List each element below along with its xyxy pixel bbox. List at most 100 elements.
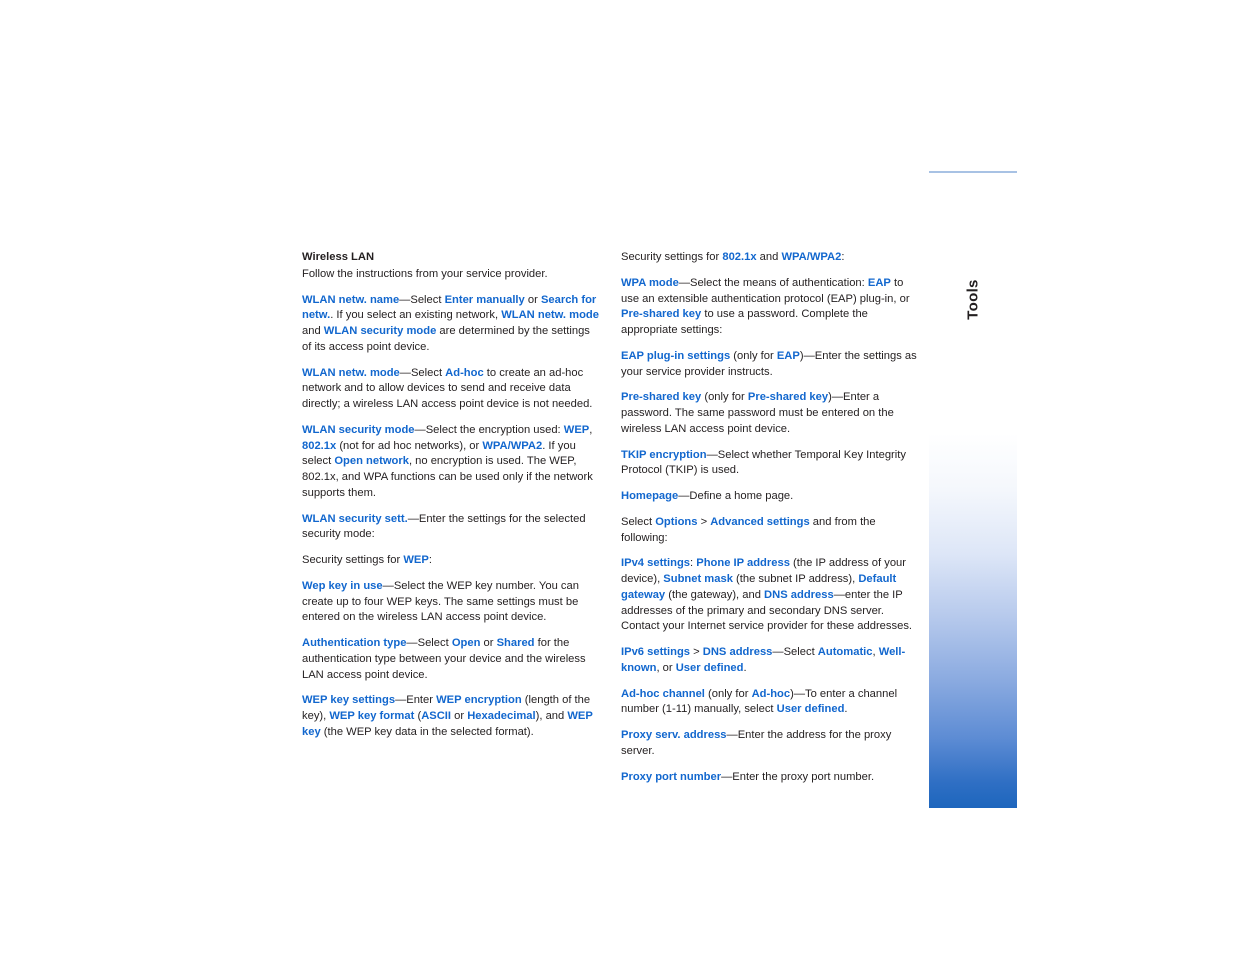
body-text: : bbox=[428, 554, 432, 566]
paragraph-proxy-serv-address: Proxy serv. address—Enter the address fo… bbox=[621, 728, 923, 760]
ui-term: Open bbox=[451, 637, 481, 649]
body-text: > bbox=[697, 515, 711, 528]
body-text: > bbox=[690, 646, 703, 658]
ui-term: Ad-hoc bbox=[751, 687, 791, 700]
ui-term: Shared bbox=[496, 637, 535, 649]
ui-term: Pre-shared key bbox=[747, 391, 829, 404]
ui-term: Ad-hoc bbox=[445, 366, 484, 379]
paragraph-authentication-type: Authentication type—Select Open or Share… bbox=[302, 636, 602, 683]
ui-term: WLAN netw. mode bbox=[501, 309, 599, 322]
body-text: —Select the encryption used: bbox=[414, 423, 564, 436]
body-text: : bbox=[841, 251, 845, 263]
body-text: —Enter the proxy port number. bbox=[721, 770, 875, 783]
ui-term: Open network bbox=[334, 455, 409, 468]
right-column-body: Security settings for 802.1x and WPA/WPA… bbox=[621, 250, 923, 785]
ui-term: 802.1x bbox=[302, 439, 337, 452]
body-text: or bbox=[480, 637, 497, 649]
ui-term: Advanced settings bbox=[710, 515, 810, 528]
ui-term: Ad-hoc channel bbox=[621, 687, 705, 700]
paragraph-wpa-mode: WPA mode—Select the means of authenticat… bbox=[621, 276, 923, 339]
paragraph-eap-plug-in-settings: EAP plug-in settings (only for EAP)—Ente… bbox=[621, 349, 923, 381]
body-text: and bbox=[302, 325, 324, 337]
body-text: Select bbox=[621, 515, 656, 528]
ui-term: Enter manually bbox=[444, 293, 525, 306]
body-text: . If you select an existing network, bbox=[330, 309, 502, 322]
ui-term: Pre-shared key bbox=[621, 391, 702, 404]
ui-term: 802.1x bbox=[722, 251, 757, 263]
paragraph-wep-key-settings: WEP key settings—Enter WEP encryption (l… bbox=[302, 693, 602, 740]
ui-term: Hexadecimal bbox=[467, 710, 536, 722]
body-text: —Select bbox=[399, 366, 446, 379]
paragraph-security-settings-wep: Security settings for WEP: bbox=[302, 553, 602, 569]
ui-term: IPv6 settings bbox=[621, 646, 691, 658]
ui-term: Pre-shared key bbox=[621, 308, 702, 321]
ui-term: WPA/WPA2 bbox=[482, 439, 543, 452]
ui-term: WLAN security mode bbox=[302, 423, 415, 436]
paragraph-wep-key-in-use: Wep key in use—Select the WEP key number… bbox=[302, 579, 602, 626]
body-text: (the WEP key data in the selected format… bbox=[320, 725, 534, 738]
body-text: (only for bbox=[701, 391, 748, 404]
paragraph-wlan-netw-mode: WLAN netw. mode—Select Ad-hoc to create … bbox=[302, 366, 602, 413]
body-text: Security settings for bbox=[621, 251, 723, 263]
paragraph-tkip-encryption: TKIP encryption—Select whether Temporal … bbox=[621, 448, 923, 480]
ui-term: TKIP encryption bbox=[621, 448, 707, 461]
chapter-tab-label: Tools bbox=[964, 279, 982, 320]
page-number: 95 bbox=[948, 877, 971, 898]
ui-term: Options bbox=[655, 515, 698, 528]
body-text: , bbox=[589, 423, 593, 436]
paragraph-wlan-netw-name: WLAN netw. name—Select Enter manually or… bbox=[302, 293, 602, 356]
ui-term: WEP bbox=[403, 554, 429, 566]
body-text: (the subnet IP address), bbox=[732, 573, 859, 585]
ui-term: WLAN security mode bbox=[323, 325, 437, 337]
ui-term: WEP encryption bbox=[436, 694, 522, 707]
ui-term: ASCII bbox=[421, 710, 452, 722]
ui-term: Subnet mask bbox=[663, 573, 733, 585]
ui-term: DNS address bbox=[702, 646, 773, 658]
ui-term: IPv4 settings bbox=[621, 557, 691, 570]
ui-term: EAP bbox=[776, 349, 800, 362]
ui-term: User defined bbox=[675, 661, 744, 674]
paragraph-wlan-security-mode: WLAN security mode—Select the encryption… bbox=[302, 423, 602, 502]
paragraph-ipv4-settings: IPv4 settings: Phone IP address (the IP … bbox=[621, 556, 923, 635]
ui-term: EAP plug-in settings bbox=[621, 349, 731, 362]
ui-term: EAP bbox=[867, 276, 891, 289]
body-text: (only for bbox=[730, 349, 777, 362]
ui-term: WEP key format bbox=[329, 710, 415, 722]
paragraph-security-settings-8021x-wpa: Security settings for 802.1x and WPA/WPA… bbox=[621, 250, 923, 266]
ui-term: Homepage bbox=[621, 490, 679, 502]
ui-term: Wep key in use bbox=[302, 579, 383, 592]
paragraph-select-options: Select Options > Advanced settings and f… bbox=[621, 515, 923, 547]
paragraph-wlan-security-sett: WLAN security sett.—Enter the settings f… bbox=[302, 512, 602, 544]
left-text-column: Wireless LAN Follow the instructions fro… bbox=[302, 250, 602, 741]
body-text: or bbox=[451, 710, 468, 722]
ui-term: WLAN security sett. bbox=[302, 512, 408, 525]
paragraph-ad-hoc-channel: Ad-hoc channel (only for Ad-hoc)—To ente… bbox=[621, 687, 923, 719]
ui-term: WPA/WPA2 bbox=[781, 251, 842, 263]
body-text: or bbox=[524, 293, 541, 306]
body-text: —Define a home page. bbox=[678, 490, 794, 502]
paragraph-ipv6-settings: IPv6 settings > DNS address—Select Autom… bbox=[621, 645, 923, 677]
paragraph-intro: Follow the instructions from your servic… bbox=[302, 267, 602, 283]
paragraph-homepage: Homepage—Define a home page. bbox=[621, 489, 923, 505]
body-text: ), and bbox=[535, 710, 568, 722]
paragraph-pre-shared-key: Pre-shared key (only for Pre-shared key)… bbox=[621, 390, 923, 437]
body-text: —Enter bbox=[395, 694, 437, 707]
body-text: and bbox=[756, 251, 782, 263]
ui-term: WEP key settings bbox=[302, 694, 396, 707]
ui-term: WLAN netw. mode bbox=[302, 366, 400, 379]
ui-term: DNS address bbox=[764, 588, 834, 601]
body-text: . bbox=[844, 703, 848, 716]
body-text: —Select the means of authentication: bbox=[678, 276, 868, 289]
body-text: Security settings for bbox=[302, 554, 404, 566]
paragraph-proxy-port-number: Proxy port number—Enter the proxy port n… bbox=[621, 770, 923, 786]
ui-term: Phone IP address bbox=[696, 557, 790, 570]
body-text: (the gateway), and bbox=[665, 588, 765, 601]
ui-term: Proxy port number bbox=[621, 770, 722, 783]
body-text: (not for ad hoc networks), or bbox=[336, 439, 483, 452]
body-text: Follow the instructions from your servic… bbox=[302, 267, 548, 280]
body-text: —Select bbox=[406, 637, 452, 649]
ui-term: Proxy serv. address bbox=[621, 729, 727, 741]
left-column-body: Follow the instructions from your servic… bbox=[302, 267, 602, 741]
section-heading: Wireless LAN bbox=[302, 251, 375, 263]
ui-term: Automatic bbox=[817, 646, 873, 658]
